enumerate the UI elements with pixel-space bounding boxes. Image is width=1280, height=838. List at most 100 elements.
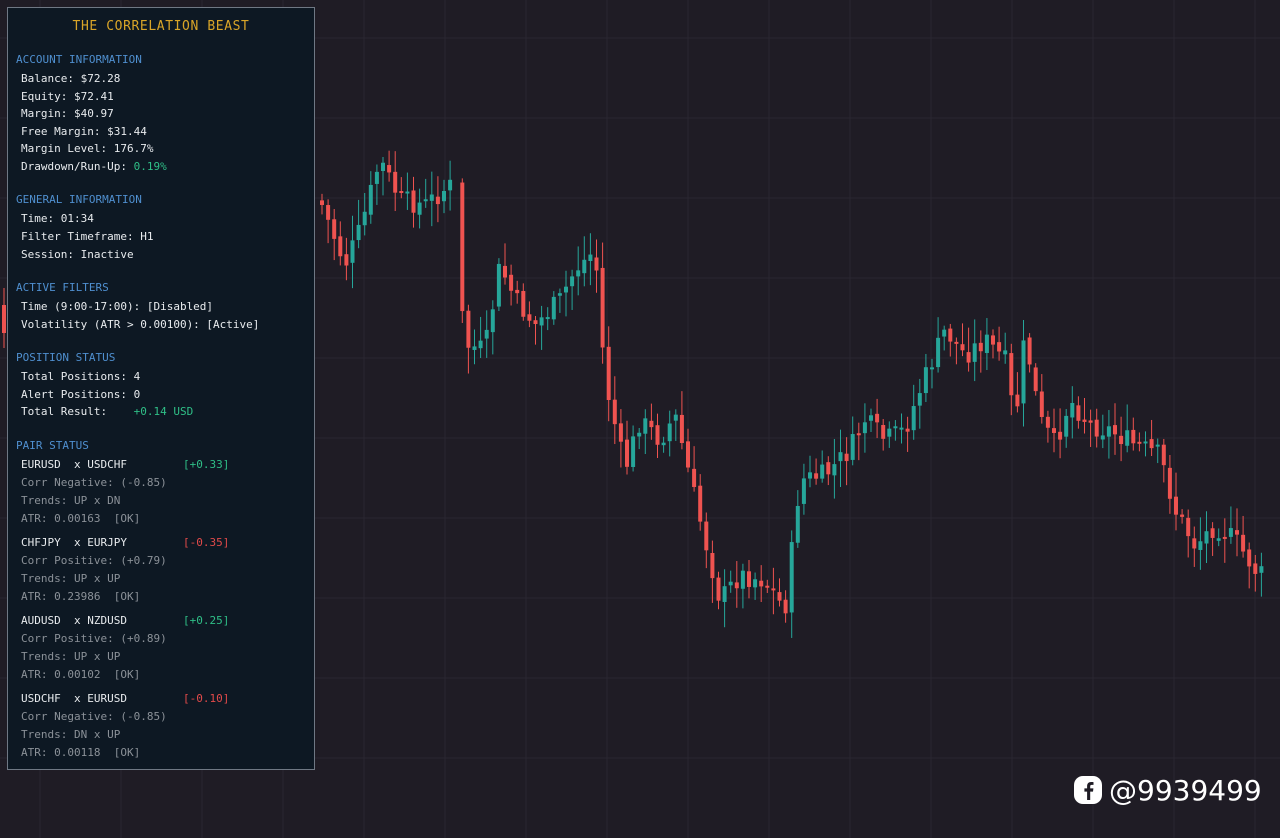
watermark-handle: @9939499: [1109, 773, 1262, 807]
session-value: Session: Inactive: [21, 248, 134, 261]
candle-body: [1186, 517, 1191, 537]
candle-body: [594, 257, 599, 271]
candle-body: [1198, 541, 1203, 550]
pair-atr: ATR: 0.00102 [OK]: [21, 668, 141, 681]
candle-body: [2, 305, 6, 333]
candle-body: [1228, 528, 1233, 537]
candle-body: [643, 418, 648, 434]
candle-body: [808, 472, 812, 479]
candle-body: [1125, 430, 1130, 446]
candle-body: [850, 434, 855, 460]
pair-correlation: Corr Positive: (+0.89): [21, 632, 167, 645]
volatility-filter-status: Volatility (ATR > 0.00100): [Active]: [21, 318, 260, 331]
total-result-label: Total Result:: [21, 405, 108, 418]
candle-body: [533, 320, 538, 325]
section-general-information: GENERAL INFORMATION: [16, 193, 142, 206]
candle-body: [326, 205, 331, 220]
candle-body: [649, 420, 654, 428]
candle-body: [588, 254, 593, 262]
candle-body: [704, 521, 709, 551]
candle-body: [862, 422, 867, 434]
candle-body: [661, 442, 666, 446]
candle-body: [551, 296, 556, 320]
candle-body: [637, 432, 642, 437]
section-position-status: POSITION STATUS: [16, 351, 116, 364]
candle-body: [679, 414, 684, 444]
candle-body: [625, 439, 629, 467]
candle-body: [960, 344, 965, 351]
candle-body: [478, 340, 483, 349]
candle-body: [490, 309, 495, 333]
candle-body: [460, 182, 465, 312]
candle-body: [747, 571, 751, 587]
candle-body: [1174, 496, 1178, 515]
pair-trends: Trends: UP x DN: [21, 494, 121, 507]
candle-body: [1137, 441, 1142, 444]
section-pair-status: PAIR STATUS: [16, 439, 89, 452]
pair-correlation: Corr Negative: (-0.85): [21, 710, 167, 723]
candle-body: [1241, 534, 1246, 552]
balance-value: Balance: $72.28: [21, 72, 121, 85]
candle-body: [1155, 444, 1160, 447]
candle-body: [905, 428, 910, 432]
alert-positions-value: Alert Positions: 0: [21, 388, 141, 401]
candle-body: [942, 329, 947, 337]
candle-body: [795, 505, 800, 543]
candle-body: [618, 423, 623, 442]
candle-body: [966, 352, 971, 363]
candle-body: [435, 196, 440, 205]
candle-body: [1100, 435, 1105, 440]
candle-body: [814, 473, 819, 479]
candle-body: [844, 453, 849, 462]
equity-value: Equity: $72.41: [21, 90, 114, 103]
candle-body: [875, 413, 880, 423]
candle-body: [673, 414, 678, 421]
candle-body: [722, 586, 727, 603]
candle-body: [1119, 435, 1124, 445]
candle-body: [1131, 429, 1136, 444]
candle-body: [576, 270, 581, 277]
candle-body: [429, 194, 434, 201]
candle-body: [417, 202, 422, 215]
candle-body: [368, 184, 373, 215]
candle-body: [923, 367, 928, 394]
candle-body: [771, 588, 776, 591]
candle-body: [1106, 426, 1111, 437]
candle-body: [978, 342, 983, 352]
candle-body: [887, 428, 892, 437]
candle-body: [362, 211, 367, 226]
candle-body: [496, 263, 501, 307]
candle-body: [972, 343, 977, 362]
pair-trends: Trends: UP x UP: [21, 650, 121, 663]
candle-body: [1070, 402, 1075, 418]
candle-body: [740, 570, 745, 589]
pair-result-badge: [-0.35]: [183, 536, 230, 549]
candle-body: [686, 441, 690, 468]
pair-atr: ATR: 0.00118 [OK]: [21, 746, 141, 759]
candle-body: [997, 342, 1002, 352]
candle-body: [515, 289, 520, 294]
candle-body: [1033, 367, 1038, 392]
section-active-filters: ACTIVE FILTERS: [16, 281, 109, 294]
candle-body: [1003, 350, 1008, 355]
candle-body: [716, 577, 721, 601]
candle-body: [930, 367, 934, 370]
candle-body: [472, 346, 477, 350]
drawdown-row: Drawdown/Run-Up: 0.19%: [21, 160, 167, 173]
candle-body: [869, 415, 873, 421]
candle-body: [820, 464, 825, 479]
candle-body: [783, 599, 788, 614]
free-margin-value: Free Margin: $31.44: [21, 125, 147, 138]
candle-body: [387, 165, 392, 173]
total-result-row: Total Result: +0.14 USD: [21, 405, 193, 418]
candle-body: [423, 199, 428, 202]
candle-body: [564, 286, 568, 293]
candle-body: [393, 171, 398, 193]
candle-body: [692, 468, 697, 488]
candle-body: [1167, 467, 1172, 499]
time-value: Time: 01:34: [21, 212, 94, 225]
candle-body: [1094, 419, 1099, 437]
candle-body: [1045, 416, 1050, 428]
pair-name: AUDUSD x NZDUSD: [21, 614, 127, 627]
candle-body: [1259, 566, 1264, 573]
